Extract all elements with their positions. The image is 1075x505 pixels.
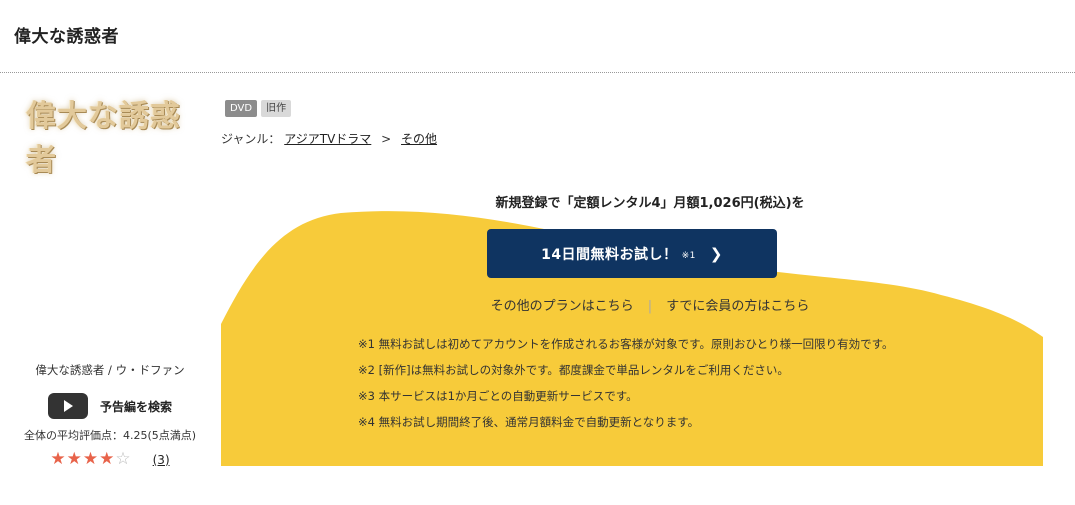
star-icon: ★ <box>82 449 99 469</box>
star-icon: ★ <box>50 449 66 469</box>
play-icon[interactable] <box>47 393 88 419</box>
member-login-link[interactable]: すでに会員の方はこちら <box>666 299 809 314</box>
promo-headline: 新規登録で「定額レンタル4」月額1,026円(税込)を <box>495 196 805 211</box>
title-cast: 偉大な誘惑者 / ウ・ドファン <box>35 363 185 377</box>
note-item: ※2 [新作]は無料お試しの対象外です。都度課金で単品レンタルをご利用ください。 <box>358 363 789 377</box>
page-title: 偉大な誘惑者 <box>14 27 119 47</box>
terms-notes: ※1 無料お試しは初めてアカウントを作成されるお客様が対象です。原則おひとり様一… <box>358 336 893 440</box>
genre-link-asian-tv-drama[interactable]: アジアTVドラマ <box>284 132 371 146</box>
breadcrumb-separator: > <box>381 132 392 146</box>
plan-links: その他のプランはこちら | すでに会員の方はこちら <box>0 295 1075 314</box>
chevron-right-icon: ❯ <box>709 244 723 263</box>
other-plans-link[interactable]: その他のプランはこちら <box>491 299 634 314</box>
star-rating: ★ ★ ★ ★ ☆ <box>50 451 130 468</box>
star-empty-icon: ☆ <box>115 449 131 469</box>
old-release-badge: 旧作 <box>261 100 292 117</box>
average-rating-text: 全体の平均評価点：4.25(5点満点) <box>23 429 197 442</box>
genre-prefix: ジャンル： <box>221 132 281 146</box>
star-icon: ★ <box>99 449 115 469</box>
genre-link-other[interactable]: その他 <box>401 132 437 146</box>
link-divider: | <box>647 299 653 314</box>
header-divider <box>0 72 1075 73</box>
free-trial-button[interactable]: 14日間無料お試し！ ※1 ❯ <box>487 229 777 278</box>
title-logo[interactable]: 偉大な誘惑者 <box>26 99 192 178</box>
title-info-panel: 偉大な誘惑者 / ウ・ドファン 予告編を検索 全体の平均評価点：4.25(5点満… <box>0 360 220 468</box>
free-trial-label: 14日間無料お試し！ <box>541 246 678 263</box>
rating-row: ★ ★ ★ ★ ☆ (3) <box>0 451 220 468</box>
note-item: ※4 無料お試し期間終了後、通常月額料金で自動更新となります。 <box>358 415 700 429</box>
star-icon: ★ <box>66 449 82 469</box>
format-badges: DVD 旧作 <box>225 100 292 117</box>
genre-breadcrumb: ジャンル： アジアTVドラマ > その他 <box>221 130 437 147</box>
trailer-search[interactable]: 予告編を検索 <box>0 393 220 419</box>
note-item: ※3 本サービスは1か月ごとの自動更新サービスです。 <box>358 389 638 403</box>
note-item: ※1 無料お試しは初めてアカウントを作成されるお客様が対象です。原則おひとり様一… <box>358 337 894 351</box>
dvd-badge: DVD <box>225 100 258 117</box>
free-trial-note: ※1 <box>681 250 696 261</box>
trailer-search-label[interactable]: 予告編を検索 <box>100 398 172 415</box>
review-count-link[interactable]: (3) <box>153 453 170 467</box>
